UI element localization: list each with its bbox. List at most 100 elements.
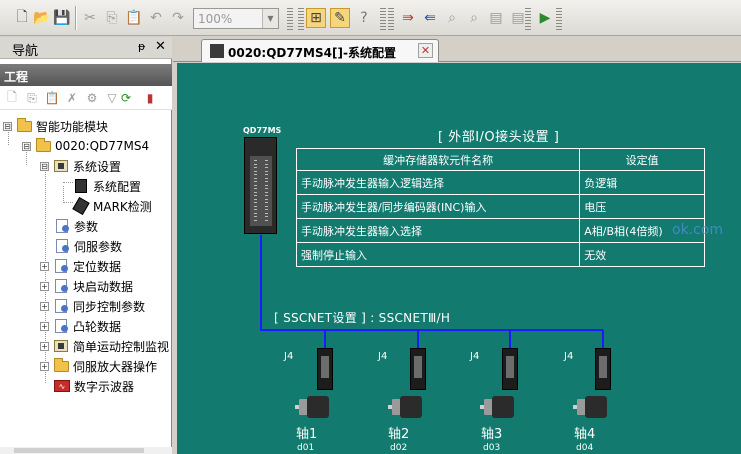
refresh-icon[interactable]: ⟳ bbox=[118, 90, 134, 106]
close-icon[interactable]: ✕ bbox=[155, 39, 166, 54]
tree-item-label: 块启动数据 bbox=[73, 279, 134, 294]
expand-icon[interactable]: + bbox=[40, 321, 49, 331]
connector-pin bbox=[265, 163, 268, 165]
tree-item-label: 同步控制参数 bbox=[73, 299, 146, 314]
servo-amplifier-1[interactable] bbox=[317, 348, 333, 390]
servo-motor-icon bbox=[295, 396, 337, 418]
row-name: 手动脉冲发生器输入选择 bbox=[295, 218, 581, 243]
verify-icon[interactable]: ⌕ bbox=[442, 8, 462, 28]
connector-pin bbox=[254, 198, 257, 200]
tree-item-label: 0020:QD77MS4 bbox=[55, 139, 150, 153]
scrollbar-thumb[interactable] bbox=[14, 448, 144, 453]
copy-data-icon[interactable]: ⎘ bbox=[24, 90, 40, 106]
redo-icon[interactable]: ↷ bbox=[168, 8, 188, 28]
tree-item-cam-data[interactable]: + 凸轮数据 bbox=[40, 316, 121, 336]
tree-item-system-settings[interactable]: ⊟ 系统设置 bbox=[40, 156, 121, 176]
oscilloscope-icon: ∿ bbox=[54, 380, 70, 392]
document-icon bbox=[55, 319, 68, 333]
sscnet-settings-title: [ SSCNET设置 ] : SSCNETⅢ/H bbox=[274, 311, 451, 325]
connector-pin bbox=[254, 177, 257, 179]
connector-pin bbox=[254, 163, 257, 165]
delete-data-icon[interactable]: ✗ bbox=[64, 90, 80, 106]
connector-pin bbox=[265, 184, 268, 186]
tree-item-label: MARK检测 bbox=[93, 199, 152, 214]
connector-pin bbox=[254, 191, 257, 193]
horizontal-scrollbar[interactable] bbox=[0, 447, 172, 454]
collapse-icon[interactable]: ⊟ bbox=[40, 161, 49, 171]
copy-icon[interactable]: ⎘ bbox=[102, 8, 122, 28]
zoom-select[interactable]: 100% ▼ bbox=[193, 8, 279, 29]
expand-icon[interactable]: + bbox=[40, 341, 49, 351]
tab-system-config[interactable]: 0020:QD77MS4[]-系统配置 ✕ bbox=[201, 39, 439, 62]
expand-icon[interactable]: + bbox=[40, 361, 49, 371]
document-icon bbox=[55, 279, 68, 293]
main-toolbar: 🗋 📂 💾 ✂ ⎘ 📋 ↶ ↷ 100% ▼ ⊞ ✎ ? ⇛ ⇚ ⌕ ⌕ ▤ ▤… bbox=[0, 0, 741, 36]
tree-item-motion-monitor[interactable]: + 简单运动控制监视 bbox=[40, 336, 169, 356]
tree-item-system-config[interactable]: 系统配置 bbox=[73, 176, 142, 196]
expand-icon[interactable]: + bbox=[40, 261, 49, 271]
module-label: QD77MS bbox=[243, 126, 282, 135]
connector-pin bbox=[254, 202, 257, 203]
tab-strip: 0020:QD77MS4[]-系统配置 ✕ bbox=[173, 37, 741, 62]
new-file-icon[interactable]: 🗋 bbox=[12, 8, 32, 28]
monitor-icon[interactable]: ⌕ bbox=[464, 8, 484, 28]
tree-item-parameters[interactable]: 参数 bbox=[54, 216, 98, 236]
connector-pin bbox=[254, 212, 257, 214]
expand-icon[interactable]: + bbox=[40, 281, 49, 291]
tree-item-label: 定位数据 bbox=[73, 259, 122, 274]
collapse-icon[interactable]: ⊟ bbox=[22, 141, 31, 151]
table-row[interactable]: 手动脉冲发生器输入选择 A相/B相(4倍频) bbox=[295, 218, 705, 243]
collapse-icon[interactable]: ⊟ bbox=[3, 121, 12, 131]
connector-pin bbox=[254, 188, 257, 189]
tree-item-servo-amp-operation[interactable]: + 伺服放大器操作 bbox=[40, 356, 157, 376]
module-icon[interactable]: ▮ bbox=[142, 90, 158, 106]
row-value[interactable]: 电压 bbox=[579, 194, 705, 219]
write-to-plc-icon[interactable]: ⇛ bbox=[398, 8, 418, 28]
connector-pin bbox=[265, 209, 268, 210]
undo-icon[interactable]: ↶ bbox=[146, 8, 166, 28]
tree-item-sync-control-parameters[interactable]: + 同步控制参数 bbox=[40, 296, 145, 316]
servo-amplifier-3[interactable] bbox=[502, 348, 518, 390]
add-data-icon[interactable]: 🗋 bbox=[4, 90, 20, 106]
connector-pin bbox=[265, 181, 268, 182]
tree-item-qd77ms4[interactable]: ⊟ 0020:QD77MS4 bbox=[22, 136, 149, 156]
expand-icon[interactable]: + bbox=[40, 301, 49, 311]
chevron-down-icon[interactable]: ▼ bbox=[262, 9, 278, 28]
qd77ms-module[interactable]: QD77MS bbox=[243, 126, 282, 235]
servo-amplifier-2[interactable] bbox=[410, 348, 426, 390]
tree-item-label: 简单运动控制监视 bbox=[73, 339, 170, 354]
select-mode-icon[interactable]: ⊞ bbox=[306, 8, 326, 28]
tree-item-intelligent-module[interactable]: ⊟ 智能功能模块 bbox=[3, 116, 108, 136]
comment-icon[interactable]: ✎ bbox=[330, 8, 350, 28]
tree-item-servo-parameters[interactable]: 伺服参数 bbox=[54, 236, 122, 256]
tree-item-digital-oscilloscope[interactable]: ∿ 数字示波器 bbox=[54, 376, 134, 396]
row-value[interactable]: 负逻辑 bbox=[579, 170, 705, 195]
property-icon[interactable]: ⚙ bbox=[84, 90, 100, 106]
tree-item-positioning-data[interactable]: + 定位数据 bbox=[40, 256, 121, 276]
paste-data-icon[interactable]: 📋 bbox=[44, 90, 60, 106]
axis-code: d03 bbox=[483, 443, 501, 453]
connector-pin bbox=[265, 174, 268, 175]
servo-amplifier-4[interactable] bbox=[595, 348, 611, 390]
column-header-value: 设定值 bbox=[579, 148, 705, 171]
zoom-value: 100% bbox=[198, 12, 233, 26]
monitor-stop-icon[interactable]: ▤ bbox=[486, 8, 506, 28]
simulation-icon[interactable]: ▶ bbox=[535, 8, 555, 28]
paste-icon[interactable]: 📋 bbox=[124, 8, 144, 28]
pin-icon[interactable]: ᵽ bbox=[138, 40, 145, 53]
open-folder-icon[interactable]: 📂 bbox=[32, 8, 52, 28]
connector-pin bbox=[254, 181, 257, 182]
table-row[interactable]: 手动脉冲发生器/同步编码器(INC)输入 电压 bbox=[295, 194, 705, 219]
tree-item-block-start-data[interactable]: + 块启动数据 bbox=[40, 276, 133, 296]
close-icon[interactable]: ✕ bbox=[418, 43, 433, 58]
cut-icon[interactable]: ✂ bbox=[80, 8, 100, 28]
tree-item-mark-detection[interactable]: MARK检测 bbox=[72, 196, 152, 216]
row-value[interactable]: 无效 bbox=[579, 242, 705, 267]
servo-motor-icon bbox=[480, 396, 522, 418]
read-from-plc-icon[interactable]: ⇚ bbox=[420, 8, 440, 28]
table-row[interactable]: 强制停止输入 无效 bbox=[295, 242, 705, 267]
table-row[interactable]: 手动脉冲发生器输入逻辑选择 负逻辑 bbox=[295, 170, 705, 195]
help-icon[interactable]: ? bbox=[354, 8, 374, 28]
connector-pin bbox=[254, 195, 257, 196]
save-icon[interactable]: 💾 bbox=[52, 8, 72, 28]
